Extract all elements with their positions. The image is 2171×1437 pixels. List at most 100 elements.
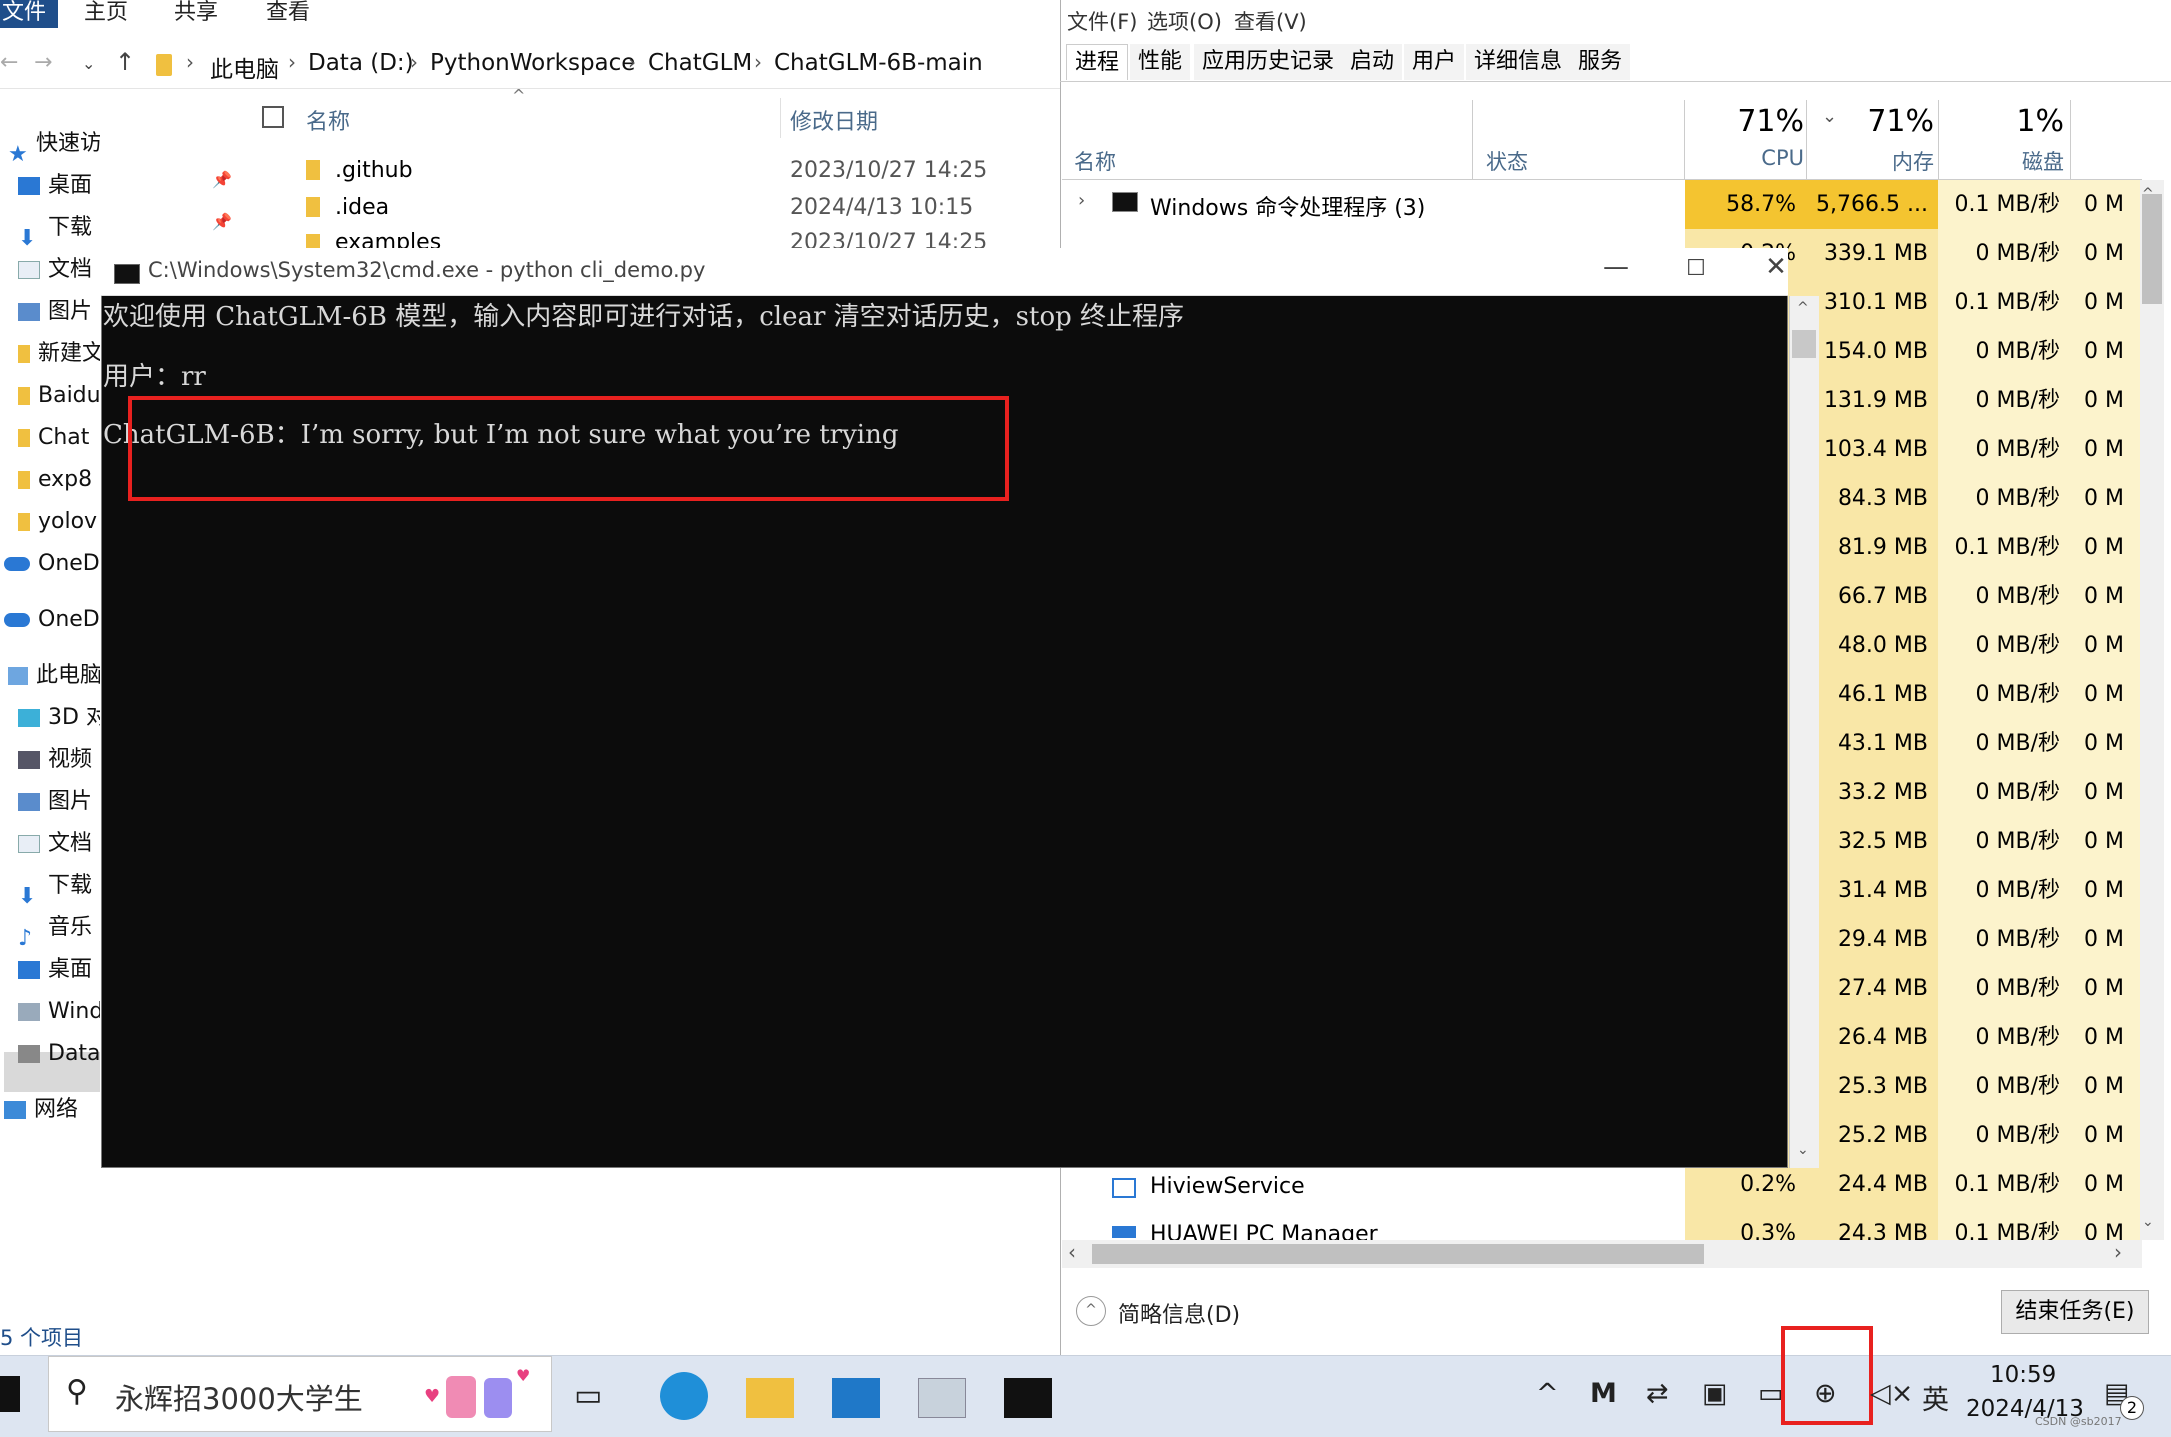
up-arrow-icon[interactable]: ↑ bbox=[115, 48, 135, 76]
cmd-taskbar-icon[interactable] bbox=[1004, 1378, 1052, 1418]
task-manager-icon[interactable] bbox=[918, 1378, 966, 1418]
column-divider[interactable] bbox=[780, 98, 781, 138]
header-status[interactable]: 状态 bbox=[1486, 146, 1528, 176]
select-all-checkbox[interactable] bbox=[262, 106, 284, 128]
nav-data-drive[interactable]: Data bbox=[18, 1034, 100, 1074]
mail-icon[interactable] bbox=[832, 1378, 880, 1418]
windows-start-icon[interactable] bbox=[0, 1376, 20, 1412]
scrollbar-thumb[interactable] bbox=[1092, 1244, 1704, 1264]
menu-file[interactable]: 文件(F) bbox=[1067, 6, 1137, 36]
file-name-examples[interactable]: examples bbox=[335, 230, 441, 248]
maximize-button[interactable]: ☐ bbox=[1676, 256, 1716, 281]
brief-info-link[interactable]: 简略信息(D) bbox=[1118, 1297, 1240, 1329]
forward-arrow-icon[interactable]: → bbox=[34, 50, 52, 75]
column-divider[interactable] bbox=[1806, 100, 1807, 179]
nav-exp8[interactable]: exp8 bbox=[18, 460, 92, 500]
battery-icon[interactable]: ▭ bbox=[1758, 1378, 1784, 1409]
end-task-button[interactable]: 结束任务(E) bbox=[2001, 1290, 2149, 1334]
recent-dropdown-icon[interactable]: ⌄ bbox=[82, 54, 95, 73]
header-cpu[interactable]: CPU bbox=[1692, 146, 1804, 170]
switch-icon[interactable]: ⇄ bbox=[1646, 1378, 1669, 1409]
expand-chevron-icon[interactable]: › bbox=[1078, 190, 1085, 211]
nav-pictures-2[interactable]: 图片 bbox=[18, 782, 92, 822]
nav-yolov[interactable]: yolov bbox=[18, 502, 97, 542]
back-arrow-icon[interactable]: ← bbox=[0, 50, 18, 75]
breadcrumb-pythonworkspace[interactable]: PythonWorkspace bbox=[430, 50, 635, 76]
nav-onedrive-2[interactable]: OneDr bbox=[4, 600, 100, 640]
breadcrumb-chatglm[interactable]: ChatGLM bbox=[648, 50, 752, 76]
scroll-up-icon[interactable]: ^ bbox=[2142, 186, 2154, 202]
nav-desktop[interactable]: 桌面 bbox=[18, 166, 92, 206]
tab-users[interactable]: 用户 bbox=[1404, 44, 1465, 80]
nav-3d-objects[interactable]: 3D 对 bbox=[18, 698, 100, 738]
process-name[interactable]: HiviewService bbox=[1150, 1174, 1305, 1199]
edge-browser-icon[interactable] bbox=[660, 1372, 708, 1420]
column-divider[interactable] bbox=[1684, 100, 1685, 179]
scrollbar-thumb[interactable] bbox=[2142, 194, 2162, 304]
cmd-scrollbar-thumb[interactable] bbox=[1792, 330, 1816, 358]
minimize-button[interactable]: — bbox=[1596, 252, 1636, 282]
header-memory[interactable]: 内存 bbox=[1822, 146, 1934, 176]
nav-downloads[interactable]: ⬇ 下载 bbox=[18, 208, 92, 251]
tab-startup[interactable]: 启动 bbox=[1342, 44, 1403, 80]
search-suggestion-text[interactable]: 永辉招3000大学生 bbox=[115, 1376, 363, 1418]
nav-onedrive-1[interactable]: OneDr bbox=[4, 544, 100, 584]
column-divider[interactable] bbox=[1938, 100, 1939, 179]
menu-view[interactable]: 查看(V) bbox=[1234, 6, 1307, 36]
scroll-right-icon[interactable]: › bbox=[2114, 1240, 2122, 1264]
close-button[interactable]: ✕ bbox=[1756, 252, 1796, 282]
header-disk[interactable]: 磁盘 bbox=[1952, 146, 2064, 176]
nav-chat[interactable]: Chat bbox=[18, 418, 89, 458]
nav-quick-access[interactable]: ★ 快速访问 bbox=[8, 124, 100, 167]
ribbon-tab-view[interactable]: 查看 bbox=[266, 0, 310, 28]
clock-time[interactable]: 10:59 bbox=[1990, 1362, 2056, 1388]
screen-share-icon[interactable]: ▣ bbox=[1702, 1378, 1728, 1409]
nav-baidu[interactable]: Baidu bbox=[18, 376, 100, 416]
show-hidden-icons-chevron-icon[interactable]: ^ bbox=[1536, 1378, 1559, 1409]
scroll-left-icon[interactable]: ‹ bbox=[1068, 1240, 1076, 1264]
file-name-github[interactable]: .github bbox=[335, 158, 413, 194]
vertical-scrollbar[interactable] bbox=[2140, 180, 2164, 1240]
cmd-window[interactable] bbox=[101, 248, 1788, 1168]
tab-details[interactable]: 详细信息 bbox=[1466, 44, 1571, 80]
nav-documents[interactable]: 文档 bbox=[18, 250, 92, 290]
process-name[interactable]: HUAWEI PC Manager bbox=[1150, 1222, 1378, 1240]
ribbon-tab-file[interactable]: 文件 bbox=[0, 0, 58, 28]
column-header-date[interactable]: 修改日期 bbox=[790, 104, 878, 136]
nav-music[interactable]: ♪ 音乐 bbox=[18, 908, 92, 951]
tab-performance[interactable]: 性能 bbox=[1130, 44, 1191, 80]
nav-pictures[interactable]: 图片 bbox=[18, 292, 92, 332]
column-divider[interactable] bbox=[1472, 100, 1473, 179]
volume-muted-icon[interactable]: ◁× bbox=[1870, 1378, 1913, 1409]
file-explorer-icon[interactable] bbox=[746, 1378, 794, 1418]
nav-videos[interactable]: 视频 bbox=[18, 740, 92, 780]
file-name-idea[interactable]: .idea bbox=[335, 195, 389, 231]
tab-services[interactable]: 服务 bbox=[1570, 44, 1631, 80]
collapse-chevron-icon[interactable]: ^ bbox=[1076, 1296, 1106, 1326]
menu-options[interactable]: 选项(O) bbox=[1147, 6, 1222, 36]
nav-network[interactable]: 网络 bbox=[4, 1090, 78, 1130]
nav-windows-drive[interactable]: Wind bbox=[18, 992, 100, 1032]
nav-new-folder[interactable]: 新建文 bbox=[18, 334, 100, 374]
nav-downloads-2[interactable]: ⬇ 下载 bbox=[18, 866, 92, 909]
scroll-down-icon[interactable]: ⌄ bbox=[1797, 1142, 1809, 1158]
nav-this-pc[interactable]: 此电脑 bbox=[8, 656, 100, 696]
column-header-name[interactable]: 名称 bbox=[306, 104, 350, 136]
nav-desktop-2[interactable]: 桌面 bbox=[18, 950, 92, 990]
breadcrumb-data-drive[interactable]: Data (D:) bbox=[308, 50, 414, 76]
header-name[interactable]: 名称 bbox=[1074, 146, 1116, 176]
scroll-up-icon[interactable]: ^ bbox=[1797, 300, 1809, 316]
task-view-icon[interactable]: ▭ bbox=[574, 1378, 602, 1413]
input-method-indicator[interactable]: 英 bbox=[1922, 1378, 1949, 1417]
huawei-manager-icon[interactable]: M bbox=[1590, 1378, 1617, 1409]
scroll-down-icon[interactable]: ⌄ bbox=[2142, 1214, 2154, 1230]
pin-icon[interactable]: 📌 bbox=[212, 170, 232, 189]
ribbon-tab-share[interactable]: 共享 bbox=[174, 0, 218, 28]
nav-documents-2[interactable]: 文档 bbox=[18, 824, 92, 864]
column-divider[interactable] bbox=[2070, 100, 2071, 179]
tab-processes[interactable]: 进程 bbox=[1066, 44, 1129, 80]
cmd-scrollbar[interactable] bbox=[1789, 296, 1819, 1168]
breadcrumb-this-pc[interactable]: 此电脑 bbox=[210, 50, 279, 84]
breadcrumb-chatglm-6b-main[interactable]: ChatGLM-6B-main bbox=[774, 50, 983, 76]
horizontal-scrollbar[interactable]: ‹ › bbox=[1062, 1240, 2142, 1268]
